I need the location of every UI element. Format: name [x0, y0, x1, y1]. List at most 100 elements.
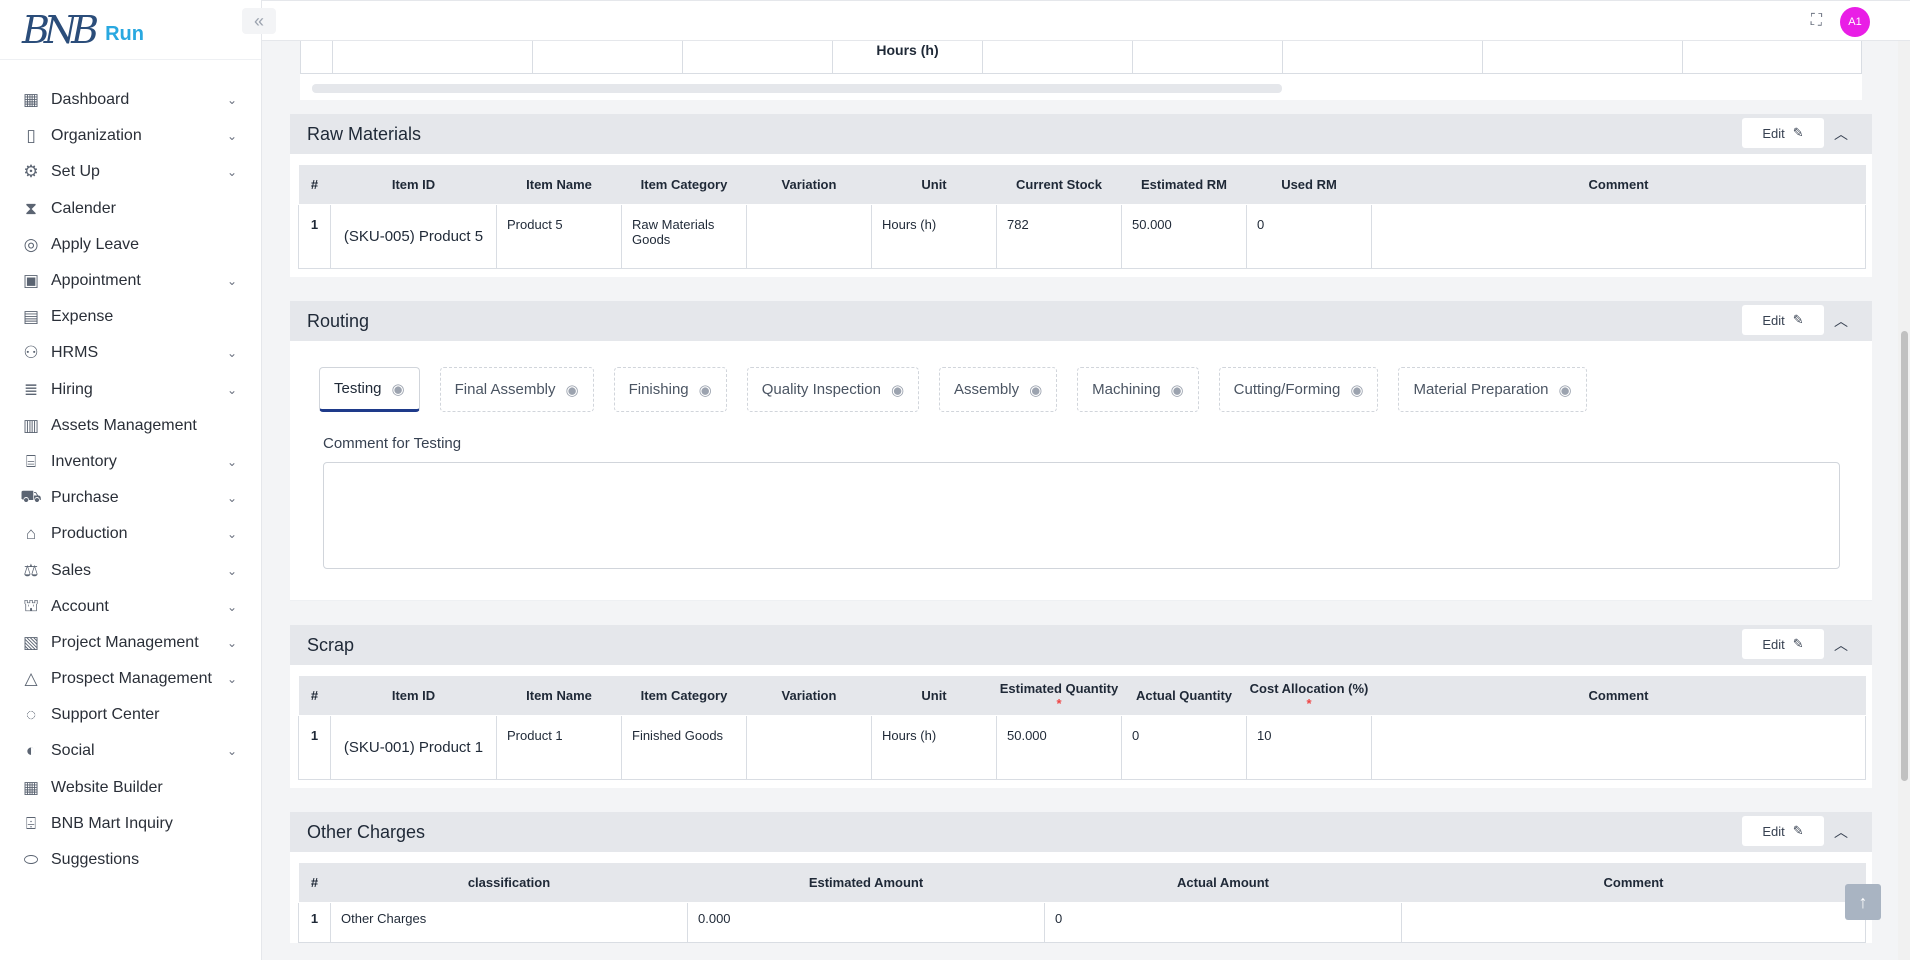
- eye-icon[interactable]: ◉: [392, 380, 405, 398]
- sidebar-item-label: Prospect Management: [51, 670, 212, 688]
- sidebar-item-project-management[interactable]: ▧ Project Management ⌄: [0, 625, 261, 661]
- sidebar-item-production[interactable]: ⌂ Production ⌄: [0, 516, 261, 552]
- column-header: #: [298, 675, 331, 716]
- column-header: Item Category: [621, 164, 747, 205]
- chevron-down-icon[interactable]: ⌄: [225, 93, 239, 107]
- chevron-down-icon[interactable]: ⌄: [225, 129, 239, 143]
- edit-label: Edit: [1762, 823, 1785, 839]
- tab-machining[interactable]: Machining ◉: [1077, 367, 1199, 412]
- sidebar-item-purchase[interactable]: ⛟ Purchase ⌄: [0, 480, 261, 516]
- tab-final-assembly[interactable]: Final Assembly ◉: [439, 367, 594, 412]
- routing-header: Routing Edit ✎ ︿: [290, 301, 1872, 341]
- sidebar-item-website-builder[interactable]: ▦ Website Builder: [0, 770, 261, 806]
- sidebar-item-sales[interactable]: ⚖ Sales ⌄: [0, 552, 261, 588]
- column-header: Comment: [1371, 164, 1866, 205]
- sidebar-item-social[interactable]: ◐ Social ⌄: [0, 733, 261, 769]
- sidebar-item-hrms[interactable]: ⚇ HRMS ⌄: [0, 335, 261, 371]
- edit-button[interactable]: Edit ✎: [1742, 305, 1824, 335]
- eye-icon[interactable]: ◉: [699, 381, 712, 399]
- comment-textarea[interactable]: [323, 462, 1840, 569]
- sidebar-item-account[interactable]: ⛫ Account ⌄: [0, 589, 261, 625]
- tab-testing[interactable]: Testing ◉: [319, 367, 420, 412]
- hiring-icon: ≣: [23, 379, 39, 399]
- scrollbar-thumb[interactable]: [312, 84, 1282, 93]
- fullscreen-icon[interactable]: ⛶: [1811, 12, 1822, 30]
- sidebar-item-organization[interactable]: ▯ Organization ⌄: [0, 118, 261, 154]
- sidebar-item-support-center[interactable]: ◌ Support Center: [0, 697, 261, 733]
- eye-icon[interactable]: ◉: [1171, 381, 1184, 399]
- chevron-down-icon[interactable]: ⌄: [225, 491, 239, 505]
- tab-finishing[interactable]: Finishing ◉: [613, 367, 727, 412]
- chevron-up-icon[interactable]: ︿: [1834, 311, 1848, 331]
- horizontal-scrollbar[interactable]: [300, 74, 1862, 100]
- logo[interactable]: BNB Run: [0, 0, 261, 60]
- sidebar-item-hiring[interactable]: ≣ Hiring ⌄: [0, 372, 261, 408]
- sidebar-item-appointment[interactable]: ▣ Appointment ⌄: [0, 263, 261, 299]
- vertical-scrollbar[interactable]: [1898, 41, 1910, 960]
- chevron-up-icon[interactable]: ︿: [1834, 124, 1848, 144]
- avatar[interactable]: A1: [1840, 7, 1870, 37]
- chevron-down-icon[interactable]: ⌄: [225, 564, 239, 578]
- sidebar-item-set-up[interactable]: ⚙ Set Up ⌄: [0, 154, 261, 190]
- item-id-cell: (SKU-001) Product 1: [330, 715, 497, 780]
- scrollbar-thumb[interactable]: [1901, 331, 1908, 781]
- hourglass-icon: ⧗: [25, 198, 37, 218]
- collapse-sidebar-button[interactable]: «: [242, 8, 276, 34]
- chevron-down-icon[interactable]: ⌄: [225, 600, 239, 614]
- unit-cell: Hours (h): [871, 715, 997, 780]
- sidebar-item-inventory[interactable]: ⌸ Inventory ⌄: [0, 444, 261, 480]
- chevron-down-icon[interactable]: ⌄: [225, 527, 239, 541]
- logo-text: Run: [105, 23, 144, 45]
- tab-cutting-forming[interactable]: Cutting/Forming ◉: [1218, 367, 1379, 412]
- comment-label: Comment for Testing: [323, 435, 462, 452]
- sidebar-item-assets-management[interactable]: ▥ Assets Management: [0, 408, 261, 444]
- sidebar: BNB Run ▦ Dashboard ⌄ ▯ Organization ⌄ ⚙ Set Up…: [0, 0, 262, 960]
- sidebar-item-suggestions[interactable]: ⬭ Suggestions: [0, 842, 261, 878]
- sidebar-item-prospect-management[interactable]: △ Prospect Management ⌄: [0, 661, 261, 697]
- chevron-down-icon[interactable]: ⌄: [225, 672, 239, 686]
- eye-icon[interactable]: ◉: [566, 381, 579, 399]
- sidebar-item-bnb-mart-inquiry[interactable]: ⌹ BNB Mart Inquiry: [0, 806, 261, 842]
- chevron-down-icon[interactable]: ⌄: [225, 455, 239, 469]
- eye-icon[interactable]: ◉: [1559, 381, 1572, 399]
- edit-button[interactable]: Edit ✎: [1742, 118, 1824, 148]
- back-to-top-button[interactable]: ↑: [1845, 884, 1881, 920]
- sidebar-item-calender[interactable]: ⧗ Calender: [0, 191, 261, 227]
- arrow-up-icon: ↑: [1858, 891, 1868, 912]
- document-icon: ▯: [26, 126, 36, 146]
- sidebar-item-label: BNB Mart Inquiry: [51, 814, 173, 832]
- eye-icon[interactable]: ◉: [1350, 381, 1363, 399]
- chevron-up-icon[interactable]: ︿: [1834, 635, 1848, 655]
- sidebar-item-expense[interactable]: ▤ Expense: [0, 299, 261, 335]
- chevron-up-icon[interactable]: ︿: [1834, 822, 1848, 842]
- column-header: Item ID: [330, 675, 497, 716]
- lifebuoy-icon: ◎: [23, 234, 39, 254]
- sidebar-item-label: Account: [51, 597, 109, 615]
- previous-table-bottom: Hours (h): [300, 41, 1862, 74]
- sidebar-item-dashboard[interactable]: ▦ Dashboard ⌄: [0, 82, 261, 118]
- assets-icon: ▥: [22, 415, 40, 435]
- tab-label: Quality Inspection: [761, 381, 881, 398]
- tab-label: Testing: [334, 380, 382, 397]
- chevron-down-icon[interactable]: ⌄: [225, 274, 239, 288]
- edit-button[interactable]: Edit ✎: [1742, 629, 1824, 659]
- chevron-down-icon[interactable]: ⌄: [225, 346, 239, 360]
- tab-assembly[interactable]: Assembly ◉: [939, 367, 1058, 412]
- chevron-down-icon[interactable]: ⌄: [225, 744, 239, 758]
- table-row: 1 (SKU-001) Product 1 Product 1 Finished Go…: [298, 715, 1866, 780]
- tab-quality-inspection[interactable]: Quality Inspection ◉: [746, 367, 920, 412]
- eye-icon[interactable]: ◉: [891, 381, 904, 399]
- sidebar-item-apply-leave[interactable]: ◎ Apply Leave: [0, 227, 261, 263]
- sidebar-item-label: Production: [51, 525, 128, 543]
- chevron-down-icon[interactable]: ⌄: [225, 165, 239, 179]
- column-header: Variation: [746, 675, 872, 716]
- classification-cell: Other Charges: [330, 902, 688, 943]
- edit-button[interactable]: Edit ✎: [1742, 816, 1824, 846]
- chevron-down-icon[interactable]: ⌄: [225, 636, 239, 650]
- tab-material-preparation[interactable]: Material Preparation ◉: [1398, 367, 1587, 412]
- variation-cell: [746, 204, 872, 269]
- eye-icon[interactable]: ◉: [1029, 381, 1042, 399]
- chevron-down-icon[interactable]: ⌄: [225, 383, 239, 397]
- column-header: Current Stock: [996, 164, 1122, 205]
- other-charges-section: Other Charges Edit ✎ ︿ # classification Est…: [290, 812, 1872, 943]
